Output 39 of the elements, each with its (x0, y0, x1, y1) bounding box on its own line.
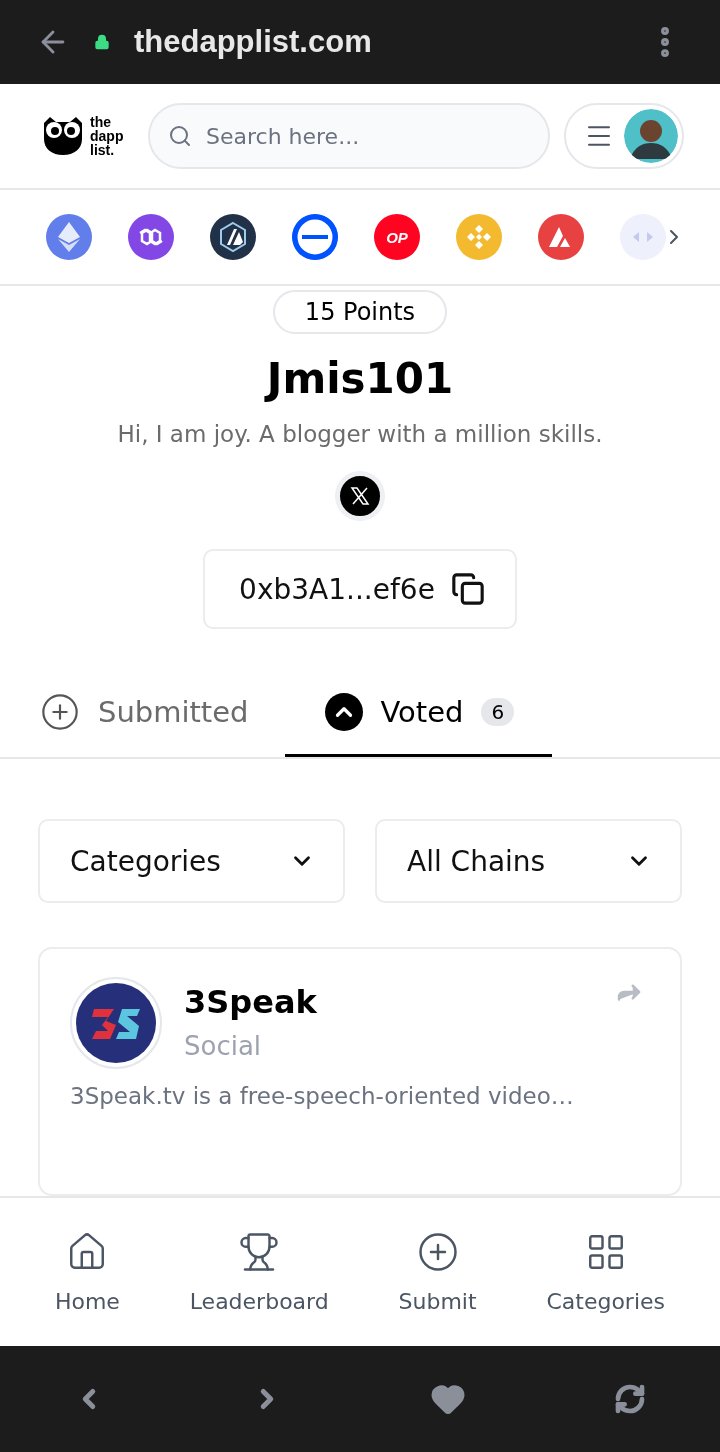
diamond-icon (465, 223, 493, 251)
chain-button[interactable] (292, 214, 338, 260)
filter-dropdown[interactable]: Categories (38, 819, 345, 903)
count-badge: 6 (481, 697, 515, 726)
search-field[interactable]: Search here... (148, 103, 550, 169)
ethereum-icon (58, 222, 80, 252)
tab[interactable]: Submitted (40, 669, 287, 757)
wallet-address-button[interactable]: 0xb3A1...ef6e (203, 549, 517, 629)
chain-button[interactable] (210, 214, 256, 260)
search-icon (168, 124, 192, 148)
trophy-icon (238, 1230, 281, 1273)
chain-button[interactable]: OP (374, 214, 420, 260)
app-card[interactable]: 3Speak Social 3Speak.tv is a free-speech-oriented video… (38, 947, 682, 1196)
x-link[interactable] (335, 471, 385, 521)
copy-icon (450, 572, 485, 606)
nav-item[interactable]: Home (54, 1230, 120, 1314)
arrows-icon (631, 230, 655, 244)
plus-circle-icon (40, 691, 80, 732)
lock-icon (94, 34, 110, 50)
tab[interactable]: Voted 6 (284, 669, 553, 757)
chain-link-icon (137, 227, 165, 247)
app-name: 3Speak (184, 983, 318, 1021)
upvote-icon (324, 692, 363, 731)
chain-label: OP (386, 228, 408, 246)
points-badge: 15 Points (272, 290, 448, 334)
hexagon-icon (218, 221, 248, 253)
nav-item[interactable]: Leaderboard (189, 1230, 329, 1314)
nav-item[interactable]: Categories (546, 1230, 666, 1314)
plus-circle-icon (416, 1230, 459, 1273)
bio-text: Hi, I am joy. A blogger with a million skills. (117, 421, 603, 447)
username: Jmis101 (266, 354, 454, 403)
avatar (624, 109, 678, 163)
app-description: 3Speak.tv is a free-speech-oriented video… (70, 1083, 575, 1109)
logo-text: the dapp list. (90, 115, 125, 157)
filter-dropdown[interactable]: All Chains (375, 819, 682, 903)
nav-item[interactable]: Submit (398, 1230, 477, 1314)
refresh-icon[interactable] (614, 1383, 646, 1415)
app-category: Social (184, 1031, 263, 1061)
x-icon (350, 486, 370, 506)
